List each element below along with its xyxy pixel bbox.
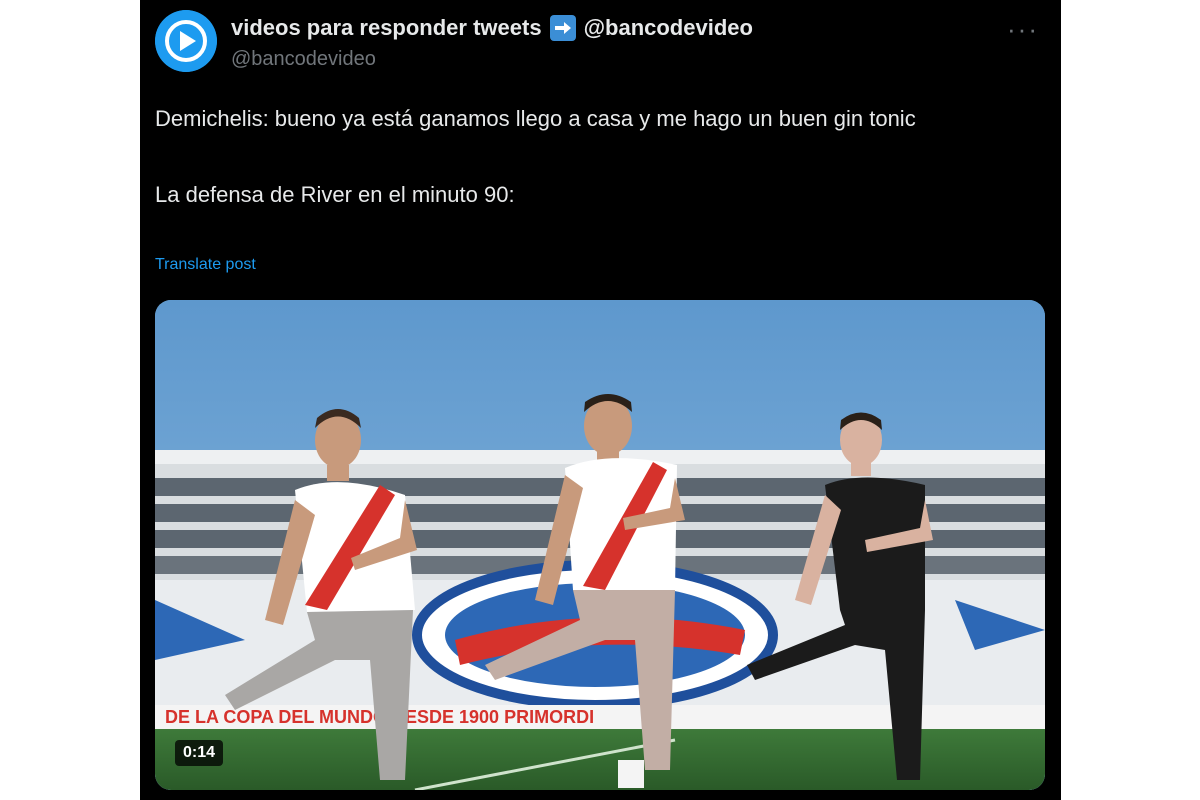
author-handle[interactable]: @bancodevideo [231,48,376,71]
avatar[interactable] [155,10,217,72]
video-player[interactable]: DE LA COPA DEL MUNDO DESDE 1900 PRIMORDI [155,300,1045,790]
translate-post-link[interactable]: Translate post [155,256,256,274]
video-frame: DE LA COPA DEL MUNDO DESDE 1900 PRIMORDI [155,300,1045,790]
more-options-icon[interactable]: ··· [1007,14,1039,45]
tweet-text: Demichelis: bueno ya está ganamos llego … [155,100,1035,214]
play-icon [155,10,217,72]
author-display-name[interactable]: videos para responder tweets [231,15,542,41]
author-linked-handle[interactable]: @bancodevideo [584,15,753,41]
tweet-text-line-1: Demichelis: bueno ya está ganamos llego … [155,106,916,131]
right-arrow-icon [549,15,576,41]
tweet-card: videos para responder tweets @bancodevid… [140,0,1061,800]
tweet-text-line-2: La defensa de River en el minuto 90: [155,182,515,207]
video-duration: 0:14 [175,740,224,766]
author-name-row[interactable]: videos para responder tweets @bancodevid… [231,15,753,41]
